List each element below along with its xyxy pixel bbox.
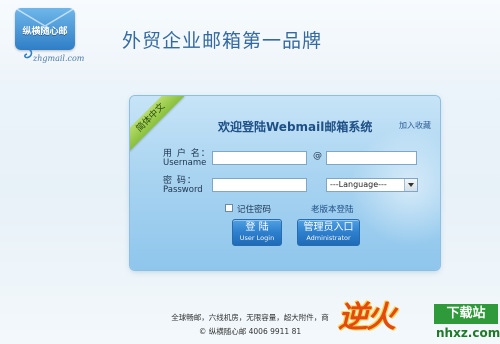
admin-login-button[interactable]: 管理员入口 Administrator (297, 219, 360, 246)
logo-text: 纵横随心邮 (22, 27, 68, 37)
watermark-tag: 下载站 (434, 304, 498, 324)
domain-input[interactable] (326, 151, 417, 165)
language-select-value: ---Language--- (330, 180, 387, 189)
login-button-sublabel: User Login (239, 234, 275, 242)
logo-swirl-icon (24, 48, 33, 59)
remember-password-checkbox[interactable] (225, 204, 233, 212)
remember-password-label: 记住密码 (237, 205, 272, 215)
at-sign: @ (313, 151, 322, 161)
admin-button-label: 管理员入口 (303, 222, 354, 233)
language-select[interactable]: ---Language--- (326, 178, 418, 192)
username-label-en: Username (163, 158, 207, 168)
logo-url: zhgmail.com (33, 54, 85, 63)
login-button[interactable]: 登 陆 User Login (232, 219, 282, 246)
login-panel-title: 欢迎登陆Webmail邮箱系统 (218, 120, 373, 134)
password-label-en: Password (163, 185, 203, 195)
old-version-login-link[interactable]: 老版本登陆 (311, 203, 354, 215)
logo-envelope-icon: 纵横随心邮 (15, 8, 75, 50)
login-panel: 简体中文 欢迎登陆Webmail邮箱系统 加入收藏 用 户 名： Usernam… (130, 96, 440, 270)
login-button-label: 登 陆 (245, 222, 269, 233)
chevron-down-icon[interactable] (404, 179, 417, 191)
watermark-domain: nhxz.com (436, 326, 500, 340)
username-input[interactable] (212, 151, 307, 165)
watermark-logo: 逆火 (338, 300, 396, 335)
page-headline: 外贸企业邮箱第一品牌 (122, 30, 323, 52)
admin-button-sublabel: Administrator (306, 234, 351, 242)
site-watermark: 逆火 下载站 nhxz.com (338, 284, 500, 344)
brand-logo[interactable]: 纵横随心邮 zhgmail.com (15, 8, 84, 63)
password-input[interactable] (212, 178, 307, 192)
add-bookmark-link[interactable]: 加入收藏 (399, 120, 431, 131)
language-ribbon[interactable]: 简体中文 (130, 96, 185, 152)
